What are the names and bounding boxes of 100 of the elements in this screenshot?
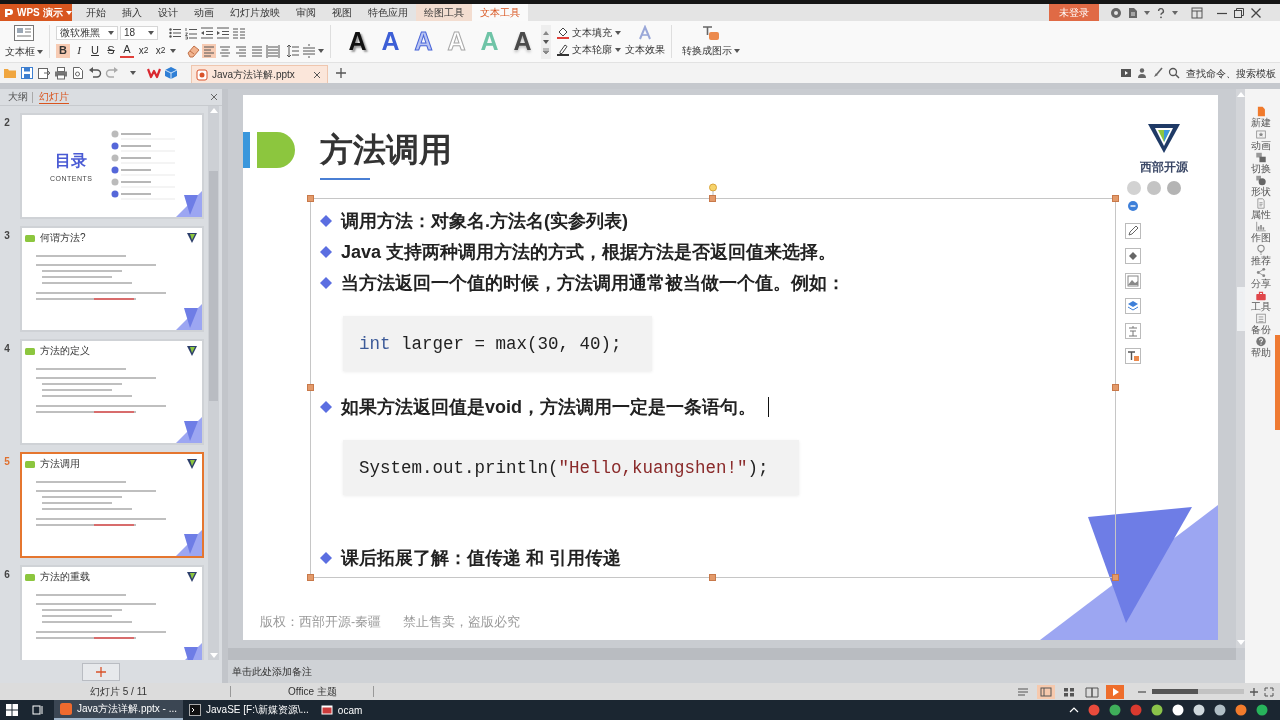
play-icon[interactable] [1106,684,1124,699]
skin-icon[interactable] [1110,6,1122,19]
panel-tab[interactable]: 大纲 [4,89,32,105]
fill-icon[interactable] [1125,248,1141,264]
slide-thumbnail[interactable]: 方法的定义 [20,339,204,445]
ribbon-tab[interactable]: 设计 [150,4,186,21]
dot-icon[interactable] [1147,181,1161,195]
search-field[interactable]: 查找命令、搜索模板 [1184,65,1278,81]
resize-handle[interactable] [709,574,716,581]
print-icon[interactable] [54,66,68,80]
more-icon[interactable] [542,47,550,54]
normal-view-icon[interactable] [1037,684,1055,699]
font-size-dropdown[interactable]: 18 [120,25,158,40]
caret-icon[interactable] [108,30,114,35]
slide-thumbnail[interactable]: 何谓方法? [20,226,204,332]
picture-icon[interactable] [1125,273,1141,289]
text-style-icon[interactable] [1125,323,1141,339]
sidebar-tool-button[interactable]: 推荐 [1246,243,1275,266]
collapse-handle[interactable] [1275,335,1280,430]
sidebar-tool-button[interactable]: 形状 [1246,174,1275,197]
slideshow-icon[interactable] [1120,67,1132,79]
text-style-button[interactable]: A [341,24,374,59]
scrollbar[interactable] [208,106,219,660]
app-menu-button[interactable]: WPS 演示 [0,4,72,21]
scrollbar-thumb[interactable] [1236,287,1245,331]
taskbar-button[interactable]: JavaSE [F:\新媒资源\... [183,700,315,720]
ribbon-tab[interactable]: 审阅 [288,4,324,21]
undo-icon[interactable] [88,66,102,80]
decrease-indent-icon[interactable] [200,25,214,40]
chevron-up-icon[interactable] [1069,705,1079,715]
scrollbar[interactable] [1236,89,1245,648]
person-icon[interactable] [1136,67,1148,79]
italic-button[interactable]: I [72,43,86,58]
document-icon[interactable] [1127,6,1139,19]
layers-icon[interactable] [1125,298,1141,314]
zoom-slider[interactable] [1152,689,1244,694]
help-icon[interactable] [1155,6,1167,19]
text-style-button[interactable]: A [506,24,539,59]
resize-handle[interactable] [1112,574,1119,581]
dot-icon[interactable] [1127,181,1141,195]
numbered-list-icon[interactable] [184,25,198,40]
resize-handle[interactable] [307,195,314,202]
tray-app-icon[interactable] [1151,704,1163,716]
sidebar-tool-button[interactable]: 切换 [1246,151,1275,174]
text-fill-button[interactable]: 文本填充 [557,25,621,40]
caret-icon[interactable] [1172,10,1178,15]
tray-app-icon[interactable] [1214,704,1226,716]
ribbon-tab[interactable]: 动画 [186,4,222,21]
zigzag-logo-icon[interactable] [147,66,161,80]
search-icon[interactable] [1168,67,1180,79]
ribbon-tab[interactable]: 插入 [114,4,150,21]
line-spacing-icon[interactable] [286,43,300,58]
notes-field[interactable]: 单击此处添加备注 [228,660,1245,683]
save-icon[interactable] [20,66,34,80]
sidebar-tool-button[interactable]: 属性 [1246,197,1275,220]
zoom-in-icon[interactable] [1249,686,1259,697]
tray-app-icon[interactable] [1256,704,1268,716]
align-distributed-icon[interactable] [266,43,280,58]
convert-to-diagram-button[interactable]: 转换成图示 [676,21,746,62]
close-icon[interactable] [313,70,321,79]
bold-button[interactable]: B [56,43,70,58]
align-justify-icon[interactable] [250,43,264,58]
eraser-icon[interactable] [186,43,200,58]
scroll-down-icon[interactable] [542,38,550,45]
plus-icon[interactable] [335,67,347,79]
document-tab[interactable]: Java方法详解.pptx [191,65,328,83]
pencil-icon[interactable] [1125,223,1141,239]
text-outline-button[interactable]: 文本轮廓 [557,43,621,58]
ribbon-tab[interactable]: 视图 [324,4,360,21]
increase-indent-icon[interactable] [216,25,230,40]
caret-icon[interactable] [130,71,136,75]
close-icon[interactable] [1250,6,1262,19]
caret-icon[interactable] [148,30,154,35]
caret-icon[interactable] [170,48,176,53]
caret-icon[interactable] [318,48,324,53]
sidebar-tool-button[interactable]: 新建 [1246,105,1275,128]
tray-app-icon[interactable] [1193,704,1205,716]
scrollbar[interactable] [228,648,1236,660]
underline-button[interactable]: U [88,43,102,58]
bullet-list-icon[interactable] [168,25,182,40]
collapse-icon[interactable] [1125,198,1141,214]
font-name-dropdown[interactable]: 微软雅黑 [56,25,118,40]
scroll-up-icon[interactable] [542,29,550,36]
ribbon-tab[interactable]: 开始 [78,4,114,21]
restore-icon[interactable] [1233,6,1245,19]
text-style-button[interactable]: A [374,24,407,59]
ribbon-tab[interactable]: 绘图工具 [416,4,472,21]
close-icon[interactable] [210,93,218,101]
taskbar-button[interactable]: ocam [314,700,369,720]
slide-thumbnail[interactable]: 方法调用 [20,452,204,558]
sidebar-tool-button[interactable]: 分享 [1246,266,1275,289]
book-icon[interactable] [1083,684,1101,699]
sidebar-tool-button[interactable]: 帮助 [1246,335,1275,358]
ribbon-tab[interactable]: 特色应用 [360,4,416,21]
font-color-button[interactable]: A [120,43,134,58]
resize-handle[interactable] [307,574,314,581]
rotate-handle[interactable] [708,183,718,197]
print-preview-icon[interactable] [71,66,85,80]
resize-handle[interactable] [1112,195,1119,202]
caret-icon[interactable] [1144,10,1150,15]
